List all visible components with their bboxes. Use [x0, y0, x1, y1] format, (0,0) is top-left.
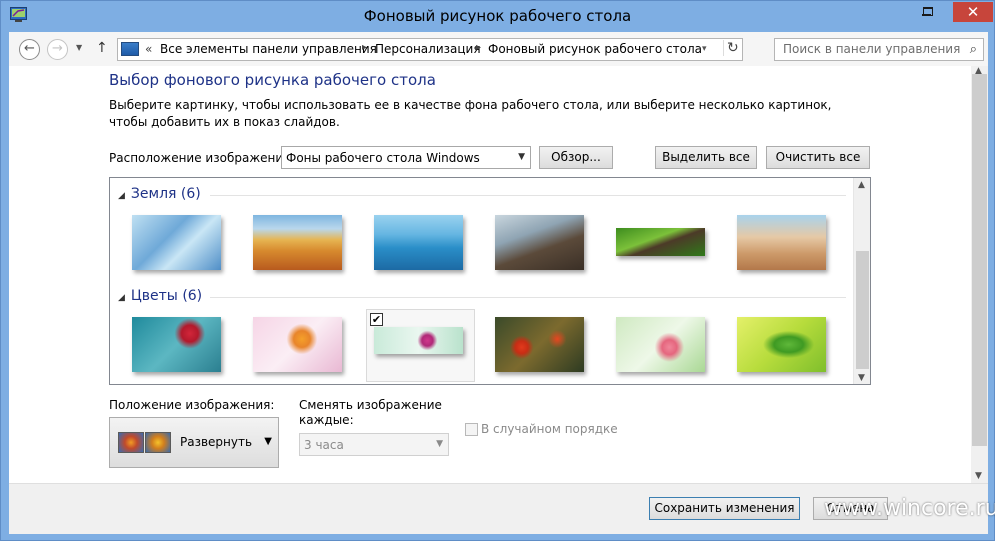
shuffle-label: В случайном порядке	[481, 422, 618, 436]
refresh-icon[interactable]: ↻	[723, 40, 741, 56]
shuffle-checkbox[interactable]	[465, 423, 478, 436]
group-divider	[210, 297, 846, 298]
main-content: Выбор фонового рисунка рабочего стола Вы…	[9, 66, 988, 483]
page-scrollbar[interactable]: ▲ ▼	[971, 66, 988, 483]
breadcrumb-desktop-background[interactable]: Фоновый рисунок рабочего стола	[488, 42, 702, 56]
location-label: Расположение изображения:	[109, 151, 295, 165]
save-button[interactable]: Сохранить изменения	[649, 497, 800, 520]
wallpaper-thumbnail[interactable]	[253, 215, 342, 270]
wallpaper-thumbnail[interactable]	[495, 317, 584, 372]
wallpaper-thumbnail	[374, 327, 463, 354]
wallpaper-thumbnail[interactable]	[374, 215, 463, 270]
back-button[interactable]: ←	[19, 39, 40, 60]
up-arrow-icon: ↑	[96, 40, 108, 56]
forward-button[interactable]: →	[47, 39, 68, 60]
wallpaper-thumbnail[interactable]	[616, 228, 705, 256]
browse-button[interactable]: Обзор...	[539, 146, 613, 169]
wallpaper-thumbnail[interactable]	[132, 317, 221, 372]
control-panel-icon	[121, 42, 139, 56]
scroll-down-icon[interactable]: ▼	[858, 373, 865, 383]
chevron-down-icon: ▼	[436, 439, 443, 449]
breadcrumb-all-items[interactable]: Все элементы панели управления	[160, 42, 377, 56]
scroll-thumb[interactable]	[972, 74, 987, 446]
recent-pages-button[interactable]: ▼	[76, 43, 82, 52]
wallpaper-thumbnail[interactable]	[616, 317, 705, 372]
checkmark-icon[interactable]: ✔	[370, 313, 383, 326]
close-button[interactable]: ✕	[953, 2, 993, 22]
wallpaper-gallery: ◢ Земля (6) ◢ Цветы (6) ✔ ▲ ▼	[109, 177, 871, 385]
navigation-bar: ← → ▼ ↑ « Все элементы панели управления…	[9, 32, 988, 66]
chevron-down-icon: ▼	[264, 436, 272, 447]
chevron-down-icon: ▼	[518, 152, 525, 162]
breadcrumb-separator-icon[interactable]: ▸	[476, 42, 481, 53]
scroll-down-icon[interactable]: ▼	[975, 471, 982, 481]
breadcrumb-personalization[interactable]: Персонализация	[375, 42, 481, 56]
interval-select[interactable]: 3 часа ▼	[299, 433, 449, 456]
window-title: Фоновый рисунок рабочего стола	[363, 7, 632, 25]
fill-mode-icon	[118, 432, 144, 453]
page-description: Выберите картинку, чтобы использовать ее…	[109, 98, 832, 129]
chevron-down-icon[interactable]: ▾	[702, 44, 707, 54]
interval-label: Сменять изображение	[299, 398, 442, 412]
position-value: Развернуть	[180, 435, 253, 449]
position-label: Положение изображения:	[109, 398, 275, 412]
wallpaper-thumbnail-selected[interactable]: ✔	[366, 309, 475, 382]
position-select[interactable]: Развернуть ▼	[109, 417, 279, 468]
watermark: www.wincore.ru	[824, 496, 995, 521]
maximize-button[interactable]	[915, 2, 942, 22]
search-placeholder: Поиск в панели управления	[783, 42, 961, 56]
group-header-earth[interactable]: ◢ Земля (6)	[118, 186, 201, 202]
page-title: Выбор фонового рисунка рабочего стола	[109, 71, 436, 89]
back-arrow-icon: ←	[24, 41, 35, 56]
wallpaper-thumbnail[interactable]	[737, 215, 826, 270]
fill-mode-icon	[145, 432, 171, 453]
clear-all-button[interactable]: Очистить все	[766, 146, 870, 169]
window: Фоновый рисунок рабочего стола ✕ ← → ▼ ↑…	[0, 0, 995, 541]
search-icon[interactable]: ⌕	[970, 42, 977, 57]
collapse-triangle-icon[interactable]: ◢	[118, 293, 125, 303]
wallpaper-thumbnail[interactable]	[253, 317, 342, 372]
collapse-triangle-icon[interactable]: ◢	[118, 191, 125, 201]
wallpaper-thumbnail[interactable]	[132, 215, 221, 270]
footer-bar: Сохранить изменения Отмена www.wincore.r…	[9, 483, 995, 534]
close-icon: ✕	[966, 3, 980, 21]
group-name: Земля (6)	[130, 186, 201, 202]
breadcrumb-separator-icon[interactable]: ▸	[362, 42, 367, 53]
wallpaper-thumbnail[interactable]	[495, 215, 584, 270]
maximize-icon	[923, 7, 933, 16]
group-name: Цветы (6)	[130, 288, 203, 304]
interval-value: 3 часа	[304, 438, 344, 452]
group-divider	[210, 195, 846, 196]
forward-arrow-icon: →	[52, 41, 63, 56]
group-header-flowers[interactable]: ◢ Цветы (6)	[118, 288, 202, 304]
breadcrumb-overflow[interactable]: «	[145, 42, 152, 56]
gallery-scrollbar[interactable]: ▲ ▼	[853, 178, 870, 384]
title-bar: Фоновый рисунок рабочего стола ✕	[1, 1, 994, 32]
select-all-button[interactable]: Выделить все	[655, 146, 757, 169]
interval-label-continued: каждые:	[299, 413, 354, 427]
wallpaper-thumbnail[interactable]	[737, 317, 826, 372]
search-box[interactable]: Поиск в панели управления ⌕	[774, 38, 984, 61]
address-bar[interactable]: « Все элементы панели управления ▸ Персо…	[117, 38, 743, 61]
chevron-down-icon: ▼	[76, 43, 83, 52]
up-button[interactable]: ↑	[96, 40, 108, 56]
scroll-up-icon[interactable]: ▲	[858, 180, 865, 190]
location-value: Фоны рабочего стола Windows	[286, 151, 480, 165]
location-select[interactable]: Фоны рабочего стола Windows ▼	[281, 146, 531, 169]
scroll-thumb[interactable]	[856, 251, 869, 369]
